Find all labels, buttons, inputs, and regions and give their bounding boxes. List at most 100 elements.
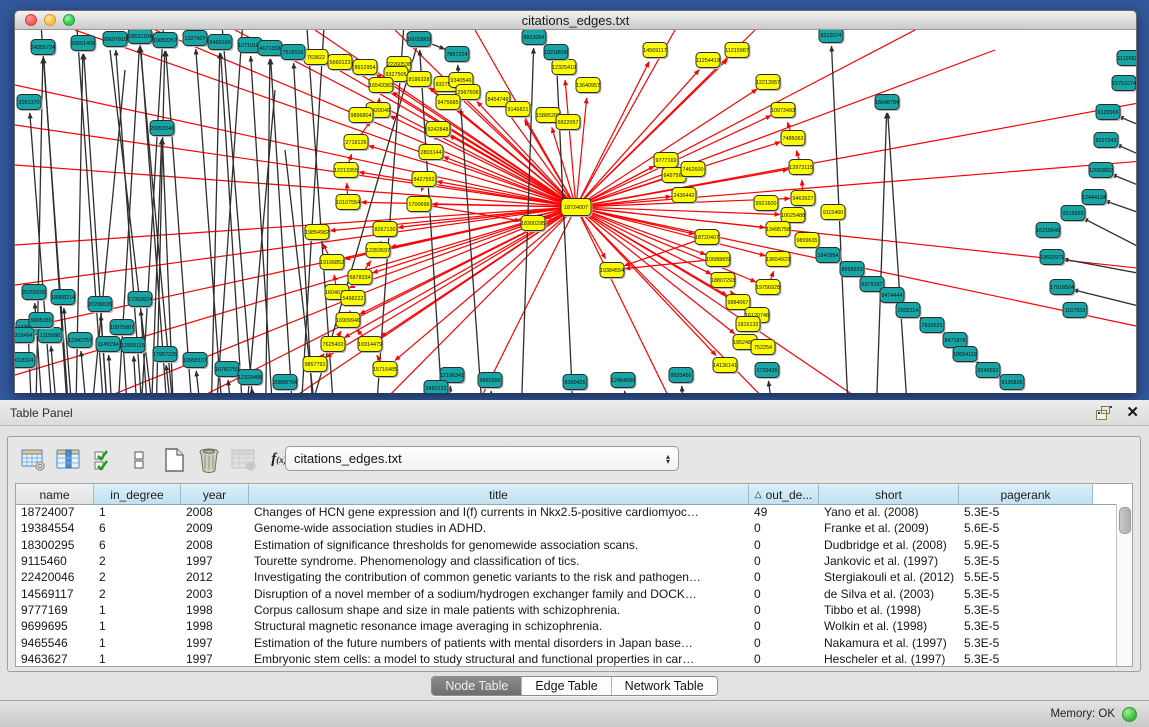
graph-node[interactable]: 12213957 <box>756 75 782 92</box>
graph-node[interactable]: 10107554 <box>336 195 362 212</box>
row-height-icon[interactable] <box>125 445 153 475</box>
graph-node[interactable]: 8313074 <box>819 30 845 44</box>
graph-node[interactable]: 15716485 <box>373 362 399 379</box>
minimize-window-button[interactable] <box>44 14 56 26</box>
graph-node[interactable]: 19654923 <box>766 252 792 269</box>
graph-node[interactable]: 9245652 <box>976 363 1002 380</box>
column-header-year[interactable]: year <box>181 484 249 504</box>
close-panel-icon[interactable]: ✕ <box>1126 406 1139 420</box>
select-all-rows-icon[interactable] <box>90 445 118 475</box>
column-header-out-de-[interactable]: △out_de... <box>749 484 819 504</box>
graph-node[interactable]: 9146821 <box>506 102 532 119</box>
graph-node[interactable]: 6822057 <box>556 115 582 132</box>
graph-node[interactable]: 18724007 <box>561 199 593 218</box>
graph-node[interactable]: 1145194 <box>96 337 122 354</box>
graph-node[interactable]: 9896804 <box>349 108 375 125</box>
graph-node[interactable]: 9899635 <box>795 233 821 250</box>
graph-node[interactable]: 7462600 <box>681 162 707 179</box>
graph-node[interactable]: 11215987 <box>725 43 751 60</box>
graph-node[interactable]: 5905155 <box>29 313 55 330</box>
column-header-short[interactable]: short <box>819 484 959 504</box>
graph-node[interactable]: 9660366 <box>478 373 504 390</box>
graph-node[interactable]: 16210645 <box>1036 223 1062 240</box>
graph-node[interactable]: 6878334 <box>348 270 374 287</box>
graph-node[interactable]: 1700696 <box>407 197 433 214</box>
graph-node[interactable]: 17957225 <box>153 347 179 364</box>
graph-node[interactable]: 19166852 <box>320 255 346 272</box>
graph-node[interactable]: 16914479 <box>358 337 384 354</box>
graph-node[interactable]: 9777169 <box>654 153 680 170</box>
graph-node[interactable]: 19218506 <box>544 45 570 62</box>
vertical-scrollbar[interactable] <box>1116 504 1132 666</box>
zoom-window-button[interactable] <box>63 14 75 26</box>
table-row[interactable]: 911546021997Tourette syndrome. Phenomeno… <box>16 553 1117 569</box>
graph-node[interactable]: 20691406 <box>71 36 97 53</box>
graph-node[interactable]: 12505115 <box>121 338 147 355</box>
graph-node[interactable]: 2436442 <box>672 188 698 205</box>
close-window-button[interactable] <box>25 14 37 26</box>
graph-node[interactable]: 9474444 <box>880 288 906 305</box>
table-row[interactable]: 1830029562008Estimation of significance … <box>16 537 1117 553</box>
graph-node[interactable]: 13495758 <box>766 222 792 239</box>
graph-node[interactable]: 1115688 <box>38 328 64 345</box>
graph-node[interactable]: 12973115 <box>789 160 815 177</box>
network-canvas[interactable]: 1872400776382256601238912954222605389327… <box>15 30 1136 393</box>
graph-node[interactable]: 24355724 <box>31 40 57 57</box>
network-window-titlebar[interactable]: citations_edges.txt <box>15 11 1136 30</box>
graph-node[interactable]: 14136141 <box>713 358 739 375</box>
graph-node[interactable]: 19854982 <box>305 225 331 242</box>
new-table-icon[interactable] <box>160 445 188 475</box>
column-header-pagerank[interactable]: pagerank <box>959 484 1093 504</box>
graph-node[interactable]: 3315494 <box>15 328 36 345</box>
graph-node[interactable]: 16648784 <box>875 95 901 112</box>
float-panel-icon[interactable] <box>1096 406 1112 420</box>
graph-node[interactable]: 20053346 <box>150 121 176 138</box>
graph-node[interactable]: 19756928 <box>756 280 782 297</box>
graph-node[interactable]: 7485063 <box>781 131 807 148</box>
graph-node[interactable]: 20808764 <box>273 375 299 392</box>
table-selector-dropdown[interactable]: citations_edges.txt ▴▾ <box>285 446 679 471</box>
graph-node[interactable]: 8186328 <box>407 72 433 89</box>
graph-node[interactable]: 12325419 <box>552 60 578 77</box>
graph-node[interactable]: 7515526 <box>281 45 307 62</box>
graph-node[interactable]: 12342757 <box>68 333 94 350</box>
graph-node[interactable]: 10958107 <box>183 353 209 370</box>
graph-node[interactable]: 19384554 <box>600 263 626 280</box>
graph-node[interactable]: 18531104 <box>128 30 154 45</box>
column-visibility-icon[interactable] <box>55 445 83 475</box>
graph-node[interactable]: 10975887 <box>110 320 136 337</box>
graph-node[interactable]: 16033809 <box>407 32 433 49</box>
graph-node[interactable]: 6466160 <box>208 35 234 52</box>
graph-node[interactable]: 2450122 <box>424 381 450 394</box>
graph-node[interactable]: 19692971 <box>1040 250 1066 267</box>
graph-node[interactable]: 16782759 <box>215 362 241 379</box>
graph-node[interactable]: 9463627 <box>791 191 817 208</box>
table-row[interactable]: 1872400712008Changes of HCN gene express… <box>16 504 1117 520</box>
column-header-name[interactable]: name <box>16 484 94 504</box>
table-options-icon[interactable] <box>20 445 48 475</box>
graph-node[interactable]: 9857791 <box>303 357 329 374</box>
memory-status-indicator[interactable] <box>1122 707 1137 722</box>
graph-node[interactable]: 9227343 <box>1094 133 1120 150</box>
graph-node[interactable]: 20697810 <box>103 32 129 49</box>
graph-node[interactable]: 9115460 <box>821 205 847 222</box>
table-row[interactable]: 977716911998Corpus callosum shape and si… <box>16 602 1117 618</box>
graph-node[interactable]: 12464599 <box>611 373 637 390</box>
table-row[interactable]: 946554611997Estimation of the future num… <box>16 634 1117 650</box>
graph-node[interactable]: 17016504 <box>1050 280 1076 297</box>
graph-node[interactable]: 16909946 <box>336 313 362 330</box>
graph-node[interactable]: 10973493 <box>771 103 797 120</box>
graph-node[interactable]: 1640954 <box>816 248 842 265</box>
graph-node[interactable]: 10654112 <box>953 347 979 364</box>
table-row[interactable]: 969969511998Structural magnetic resonanc… <box>16 618 1117 634</box>
scrollbar-thumb[interactable] <box>1119 507 1131 534</box>
graph-node[interactable]: 5498222 <box>341 291 367 308</box>
graph-node[interactable]: 9136826 <box>1000 375 1026 392</box>
graph-node[interactable]: 1327607 <box>183 31 209 48</box>
graph-node[interactable]: 4671358 <box>258 41 284 58</box>
graph-node[interactable]: 11254419 <box>696 53 722 70</box>
tab-edge-table[interactable]: Edge Table <box>522 677 611 695</box>
graph-node[interactable]: 8427552 <box>412 172 438 189</box>
graph-node[interactable]: 8390425 <box>563 375 589 392</box>
graph-node[interactable]: 5660123 <box>328 55 354 72</box>
